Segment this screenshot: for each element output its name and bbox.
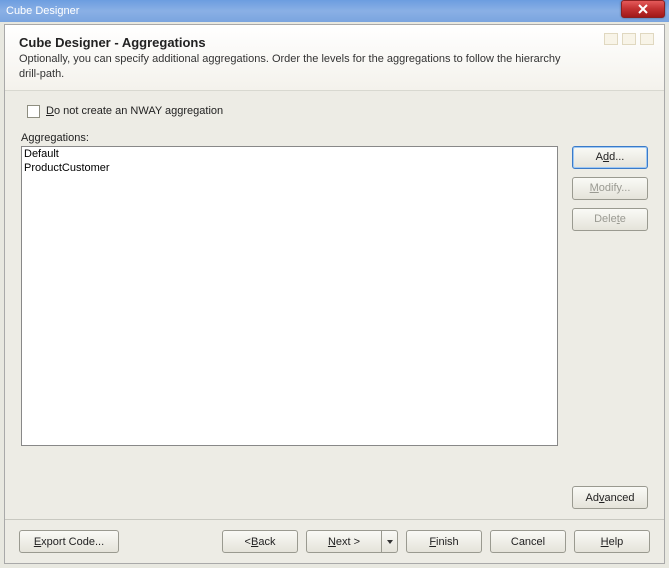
wizard-header: Cube Designer - Aggregations Optionally,… [5, 25, 664, 91]
decor-box [622, 33, 636, 45]
window-title: Cube Designer [4, 5, 621, 17]
titlebar: Cube Designer [0, 0, 669, 22]
cancel-button[interactable]: Cancel [490, 530, 566, 553]
close-button[interactable] [621, 0, 665, 18]
nway-checkbox[interactable] [27, 105, 40, 118]
content-area: Do not create an NWAY aggregation Aggreg… [5, 91, 664, 480]
next-button[interactable]: Next > [306, 530, 382, 553]
delete-button: Delete [572, 208, 648, 231]
page-title: Cube Designer - Aggregations [19, 35, 650, 50]
next-dropdown-button[interactable] [382, 530, 398, 553]
add-button[interactable]: Add... [572, 146, 648, 169]
export-code-button[interactable]: Export Code... [19, 530, 119, 553]
help-button[interactable]: Help [574, 530, 650, 553]
list-item[interactable]: ProductCustomer [22, 161, 557, 175]
back-button[interactable]: < Back [222, 530, 298, 553]
finish-button[interactable]: Finish [406, 530, 482, 553]
close-icon [638, 4, 648, 14]
nway-checkbox-row[interactable]: Do not create an NWAY aggregation [27, 105, 648, 118]
advanced-row: Advanced [5, 480, 664, 519]
advanced-button[interactable]: Advanced [572, 486, 648, 509]
aggregations-label: Aggregations: [21, 132, 648, 144]
decor-box [640, 33, 654, 45]
next-button-group: Next > [306, 530, 398, 553]
list-item[interactable]: Default [22, 147, 557, 161]
page-description: Optionally, you can specify additional a… [19, 52, 579, 82]
decor-box [604, 33, 618, 45]
aggregations-listbox[interactable]: Default ProductCustomer [21, 146, 558, 446]
chevron-down-icon [387, 540, 393, 544]
header-decor [604, 33, 654, 45]
nway-checkbox-label: Do not create an NWAY aggregation [46, 105, 223, 117]
list-buttons: Add... Modify... Delete [572, 146, 648, 472]
modify-button: Modify... [572, 177, 648, 200]
wizard-footer: Export Code... < Back Next > Finish Canc… [5, 519, 664, 563]
wizard-body: Cube Designer - Aggregations Optionally,… [4, 24, 665, 564]
